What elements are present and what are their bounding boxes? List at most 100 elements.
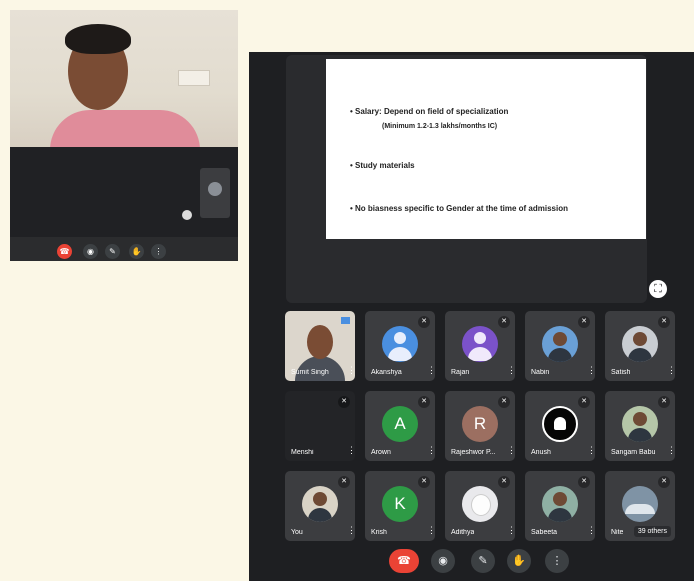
default-avatar [462,326,498,362]
participant-name: Rajan [451,369,470,376]
muted-icon: ✕ [418,396,430,408]
profile-photo [622,486,658,522]
participant-name: You [291,529,303,536]
more-options-icon[interactable]: ⋮ [587,445,595,455]
more-options-icon: ⋮ [551,555,563,567]
participant-name: Satish [611,369,631,376]
muted-icon: ✕ [658,396,670,408]
participant-name: Sumit Singh [291,369,329,376]
participant-name: Anush [531,449,551,456]
mini-more-button[interactable]: ⋮ [151,244,166,259]
mini-status-dot [182,210,192,220]
more-options-icon[interactable]: ⋮ [587,525,595,535]
muted-icon: ✕ [418,476,430,488]
muted-icon: ✕ [498,396,510,408]
presenter-body [50,110,200,147]
slide-bullet: Study materials [350,161,415,170]
letter-avatar: K [382,486,418,522]
presentation-slide: Salary: Depend on field of specializatio… [326,59,646,239]
more-options-icon[interactable]: ⋮ [347,365,355,375]
person-icon [474,332,486,344]
camera-off-icon: ◉ [438,555,448,567]
participant-tile[interactable]: ✕ Satish ⋮ [605,311,675,381]
participant-tile[interactable]: ✕ You ⋮ [285,471,355,541]
raise-hand-button[interactable]: ✋ [507,549,531,573]
more-options-icon[interactable]: ⋮ [507,365,515,375]
participant-tile[interactable]: ✕ Nite 39 others [605,471,675,541]
muted-icon: ✕ [338,396,350,408]
mini-participant-thumbnail[interactable] [200,168,230,218]
letter-avatar: R [462,406,498,442]
end-call-icon: ☎ [59,247,70,256]
slide-sub-bullet: (Minimum 1.2-1.3 lakhs/months IC) [382,123,498,130]
participant-tile[interactable]: K ✕ Krish ⋮ [365,471,435,541]
person-icon-body [468,347,492,361]
participant-tile[interactable]: ✕ Menshi ⋮ [285,391,355,461]
presentation-area: Salary: Depend on field of specializatio… [286,55,647,303]
participant-tile[interactable]: ✕ Akanshya ⋮ [365,311,435,381]
mic-button[interactable]: ✎ [471,549,495,573]
more-options-icon[interactable]: ⋮ [587,365,595,375]
presenter-hair [65,24,131,54]
mini-end-call-button[interactable]: ☎ [57,244,72,259]
participant-tile[interactable]: R ✕ Rajeshwor P... ⋮ [445,391,515,461]
mic-off-icon: ✎ [478,555,488,567]
mini-mic-button[interactable]: ✎ [105,244,120,259]
person-icon-body [388,347,412,361]
participant-name: Krish [371,529,387,536]
participant-name: Sabeeta [531,529,558,536]
end-call-icon: ☎ [397,555,411,567]
participant-tile[interactable]: ✕ Rajan ⋮ [445,311,515,381]
profile-photo [302,486,338,522]
more-options-icon[interactable]: ⋮ [347,445,355,455]
person-icon [394,332,406,344]
letter-avatar: A [382,406,418,442]
more-options-button[interactable]: ⋮ [545,549,569,573]
more-options-icon[interactable]: ⋮ [667,365,675,375]
participant-tile[interactable]: ✕ Sabeeta ⋮ [525,471,595,541]
profile-photo [622,326,658,362]
self-video-feed [10,10,238,147]
others-count-badge[interactable]: 39 others [633,526,671,537]
fullscreen-button[interactable]: ⛶ [649,280,667,298]
raise-hand-icon: ✋ [131,247,142,256]
participant-tile[interactable]: ✕ Nabin ⋮ [525,311,595,381]
speaking-indicator-icon [341,317,350,324]
more-options-icon[interactable]: ⋮ [427,445,435,455]
muted-icon: ✕ [418,316,430,328]
profile-photo [542,326,578,362]
more-options-icon[interactable]: ⋮ [507,445,515,455]
end-call-button[interactable]: ☎ [389,549,419,573]
camera-off-icon: ◉ [87,247,94,256]
participant-tile[interactable]: A ✕ Arown ⋮ [365,391,435,461]
more-options-icon[interactable]: ⋮ [427,365,435,375]
mini-raise-hand-button[interactable]: ✋ [129,244,144,259]
more-options-icon[interactable]: ⋮ [427,525,435,535]
participant-tile[interactable]: ✕ Anush ⋮ [525,391,595,461]
slide-bullet: No biasness specific to Gender at the ti… [350,204,568,213]
muted-icon: ✕ [658,316,670,328]
default-avatar [382,326,418,362]
muted-icon: ✕ [578,316,590,328]
more-options-icon[interactable]: ⋮ [507,525,515,535]
photo-subject [471,494,491,516]
mic-off-icon: ✎ [109,247,116,256]
more-options-icon[interactable]: ⋮ [667,445,675,455]
raise-hand-icon: ✋ [512,555,526,567]
muted-icon: ✕ [658,476,670,488]
mini-camera-button[interactable]: ◉ [83,244,98,259]
logo-avatar [542,406,578,442]
camera-button[interactable]: ◉ [431,549,455,573]
participant-name: Arown [371,449,391,456]
participant-tile[interactable]: ✕ Adithya ⋮ [445,471,515,541]
participant-tile[interactable]: ✕ Sangam Babu ⋮ [605,391,675,461]
participant-face [307,325,333,359]
wall-switch [178,70,210,86]
floating-camera-window[interactable]: ☎ ◉ ✎ ✋ ⋮ [10,10,238,261]
mini-controls-bar: ☎ ◉ ✎ ✋ ⋮ [10,243,238,261]
logo-icon [554,417,566,430]
muted-icon: ✕ [498,476,510,488]
more-options-icon[interactable]: ⋮ [347,525,355,535]
participant-name: Menshi [291,449,314,456]
participant-tile[interactable]: Sumit Singh ⋮ [285,311,355,381]
